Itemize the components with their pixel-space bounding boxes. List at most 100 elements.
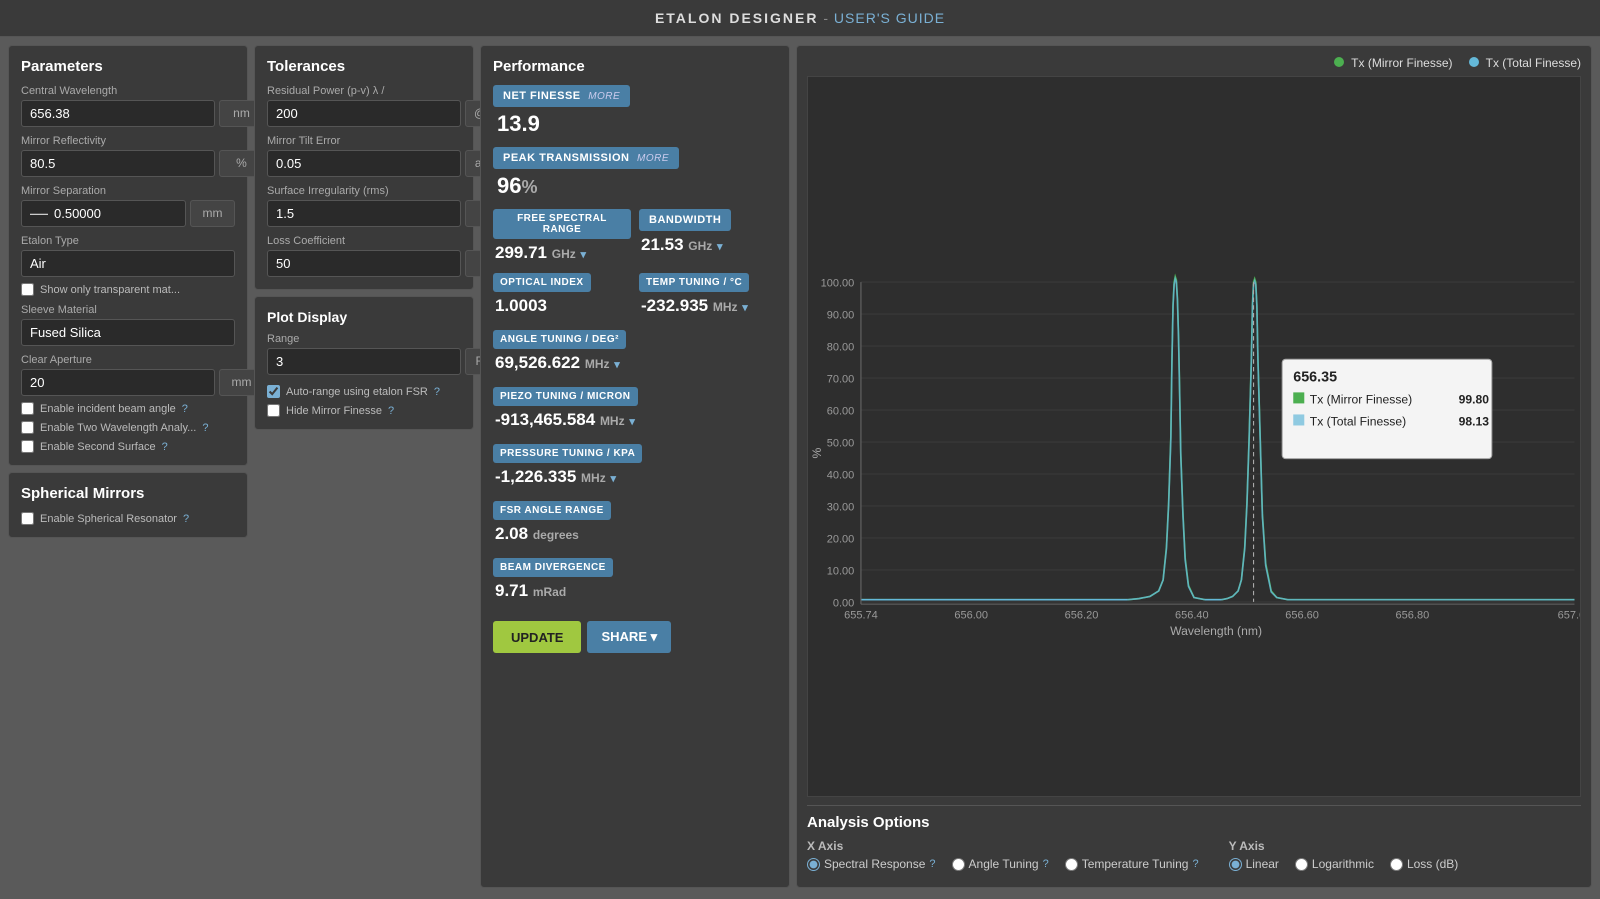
total-finesse-dot — [1469, 57, 1479, 67]
range-label: Range — [267, 333, 461, 345]
pressure-tuning-button[interactable]: PRESSURE TUNING / KPA — [493, 444, 642, 463]
fsr-button[interactable]: FREE SPECTRAL RANGE — [493, 209, 631, 239]
temperature-tuning-radio[interactable] — [1065, 858, 1078, 871]
mirror-reflectivity-input[interactable] — [21, 150, 215, 177]
mirror-tilt-input[interactable] — [267, 150, 461, 177]
chart-panel: Tx (Mirror Finesse) Tx (Total Finesse) 0… — [796, 45, 1592, 888]
chart-area: 0.00 10.00 20.00 30.00 40.00 50.00 60.00… — [807, 76, 1581, 797]
fsr-angle-button[interactable]: FSR ANGLE RANGE — [493, 501, 611, 520]
svg-text:655.74: 655.74 — [844, 609, 878, 621]
angle-tuning-radio[interactable] — [952, 858, 965, 871]
angle-tuning-value: 69,526.622 MHz ▾ — [495, 353, 777, 373]
top-bar: ETALON DESIGNER - USER'S GUIDE — [0, 0, 1600, 37]
enable-two-wavelength-label: Enable Two Wavelength Analy... — [40, 422, 196, 434]
mirror-sep-minus-button[interactable]: — — [28, 203, 50, 224]
auto-range-checkbox[interactable] — [267, 385, 280, 398]
angle-tuning-label: Angle Tuning — [969, 857, 1039, 871]
svg-text:Tx (Total Finesse): Tx (Total Finesse) — [1310, 414, 1406, 428]
enable-two-wavelength-checkbox[interactable] — [21, 421, 34, 434]
enable-second-surface-checkbox[interactable] — [21, 440, 34, 453]
etalon-type-label: Etalon Type — [21, 235, 235, 247]
svg-text:70.00: 70.00 — [827, 373, 855, 385]
piezo-tuning-button[interactable]: PIEZO TUNING / MICRON — [493, 387, 638, 406]
plot-display-title: Plot Display — [267, 309, 461, 325]
logarithmic-option[interactable]: Logarithmic — [1295, 857, 1374, 871]
enable-incident-help-icon[interactable]: ? — [182, 403, 188, 415]
loss-db-radio[interactable] — [1390, 858, 1403, 871]
range-input[interactable] — [267, 348, 461, 375]
temperature-tuning-option[interactable]: Temperature Tuning ? — [1065, 857, 1199, 871]
legend-mirror-finesse: Tx (Mirror Finesse) — [1334, 56, 1452, 70]
users-guide-link[interactable]: USER'S GUIDE — [834, 10, 945, 26]
tolerances-panel: Tolerances Residual Power (p-v) λ / @633… — [254, 45, 474, 290]
sleeve-material-label: Sleeve Material — [21, 304, 235, 316]
angle-tuning-button[interactable]: ANGLE TUNING / DEG² — [493, 330, 626, 349]
enable-two-wavelength-help-icon[interactable]: ? — [202, 422, 208, 434]
share-button[interactable]: SHARE ▾ — [587, 621, 671, 653]
bandwidth-label: BANDWIDTH — [649, 214, 721, 226]
temperature-tuning-label: Temperature Tuning — [1082, 857, 1189, 871]
linear-radio[interactable] — [1229, 858, 1242, 871]
mirror-tilt-label: Mirror Tilt Error — [267, 135, 461, 147]
legend-total-finesse: Tx (Total Finesse) — [1469, 56, 1581, 70]
hide-mirror-finesse-help-icon[interactable]: ? — [388, 405, 394, 417]
y-axis-options: Linear Logarithmic Loss (dB) — [1229, 857, 1459, 871]
hide-mirror-finesse-checkbox[interactable] — [267, 404, 280, 417]
enable-second-surface-label: Enable Second Surface — [40, 441, 156, 453]
loss-db-option[interactable]: Loss (dB) — [1390, 857, 1458, 871]
temperature-tuning-help-icon[interactable]: ? — [1192, 858, 1198, 870]
svg-text:30.00: 30.00 — [827, 501, 855, 513]
etalon-type-select[interactable]: Air Solid Custom — [21, 250, 235, 277]
svg-text:80.00: 80.00 — [827, 341, 855, 353]
clear-aperture-input[interactable] — [21, 369, 215, 396]
surface-irregularity-label: Surface Irregularity (rms) — [267, 185, 461, 197]
svg-text:90.00: 90.00 — [827, 309, 855, 321]
enable-incident-checkbox[interactable] — [21, 402, 34, 415]
fsr-angle-label: FSR ANGLE RANGE — [500, 505, 604, 516]
analysis-options-section: Analysis Options X Axis Spectral Respons… — [807, 805, 1581, 877]
surface-irregularity-input[interactable] — [267, 200, 461, 227]
temp-tuning-button[interactable]: TEMP TUNING / °C — [639, 273, 749, 292]
residual-power-input[interactable] — [267, 100, 461, 127]
spectral-response-option[interactable]: Spectral Response ? — [807, 857, 936, 871]
auto-range-label: Auto-range using etalon FSR — [286, 386, 428, 398]
enable-spherical-label: Enable Spherical Resonator — [40, 513, 177, 525]
optical-index-button[interactable]: OPTICAL INDEX — [493, 273, 591, 292]
spectral-help-icon[interactable]: ? — [929, 858, 935, 870]
plot-display-panel: Plot Display Range FSR Auto-range using … — [254, 296, 474, 430]
piezo-tuning-label: PIEZO TUNING / MICRON — [500, 391, 631, 402]
auto-range-help-icon[interactable]: ? — [434, 386, 440, 398]
net-finesse-value: 13.9 — [497, 111, 777, 137]
beam-divergence-label: BEAM DIVERGENCE — [500, 562, 606, 573]
chart-legend: Tx (Mirror Finesse) Tx (Total Finesse) — [807, 56, 1581, 70]
fsr-value: 299.71 GHz ▾ — [495, 243, 631, 263]
angle-tuning-label: ANGLE TUNING / DEG² — [500, 334, 619, 345]
net-finesse-button[interactable]: NET FINESSE More — [493, 85, 630, 107]
beam-divergence-button[interactable]: BEAM DIVERGENCE — [493, 558, 613, 577]
loss-coefficient-input[interactable] — [267, 250, 461, 277]
update-button[interactable]: UPDATE — [493, 621, 581, 653]
bandwidth-value: 21.53 GHz ▾ — [641, 235, 777, 255]
net-finesse-label: NET FINESSE — [503, 90, 581, 102]
x-axis-options: Spectral Response ? Angle Tuning ? Tempe… — [807, 857, 1199, 871]
pressure-tuning-label: PRESSURE TUNING / KPA — [500, 448, 635, 459]
sleeve-material-select[interactable]: Fused Silica Invar Zerodur — [21, 319, 235, 346]
enable-second-surface-help-icon[interactable]: ? — [162, 441, 168, 453]
linear-option[interactable]: Linear — [1229, 857, 1279, 871]
fsr-angle-value: 2.08 degrees — [495, 524, 777, 544]
spectral-response-radio[interactable] — [807, 858, 820, 871]
show-transparent-checkbox[interactable] — [21, 283, 34, 296]
parameters-title: Parameters — [21, 58, 235, 75]
enable-spherical-checkbox[interactable] — [21, 512, 34, 525]
mirror-separation-input[interactable] — [50, 201, 120, 226]
logarithmic-radio[interactable] — [1295, 858, 1308, 871]
bandwidth-button[interactable]: BANDWIDTH — [639, 209, 731, 231]
analysis-options-title: Analysis Options — [807, 814, 1581, 831]
central-wavelength-input[interactable] — [21, 100, 215, 127]
enable-spherical-help-icon[interactable]: ? — [183, 513, 189, 525]
peak-transmission-button[interactable]: PEAK TRANSMISSION More — [493, 147, 679, 169]
residual-power-label: Residual Power (p-v) λ / — [267, 85, 461, 97]
angle-tuning-option[interactable]: Angle Tuning ? — [952, 857, 1049, 871]
svg-text:99.80: 99.80 — [1459, 392, 1490, 406]
angle-tuning-help-icon[interactable]: ? — [1043, 858, 1049, 870]
